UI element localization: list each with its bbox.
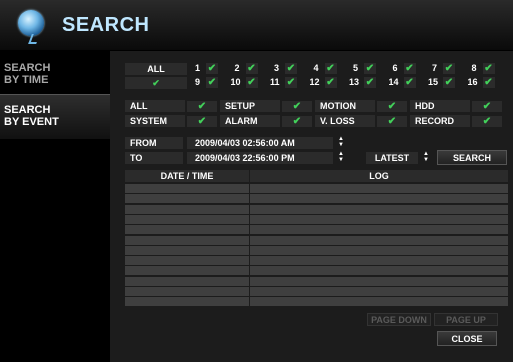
table-row[interactable]: [125, 204, 508, 214]
page-title: SEARCH: [62, 14, 150, 36]
event-label: MOTION: [315, 100, 375, 112]
event-checkbox[interactable]: ✔: [187, 101, 217, 112]
event-checkbox[interactable]: ✔: [377, 116, 407, 127]
table-row[interactable]: [125, 256, 508, 266]
from-label: FROM: [125, 137, 183, 149]
column-divider: [249, 225, 250, 235]
channel-checkbox[interactable]: ✔: [482, 77, 495, 88]
channel-all-label: ALL: [125, 63, 187, 75]
table-row[interactable]: [125, 225, 508, 235]
to-spinner-icon[interactable]: ▲ ▼: [335, 151, 347, 165]
page-down-button[interactable]: PAGE DOWN: [367, 313, 431, 326]
sidebar-item-search-by-time[interactable]: SEARCH BY TIME: [4, 62, 110, 86]
channel-number: 10: [230, 77, 241, 87]
event-checkbox[interactable]: ✔: [187, 116, 217, 127]
sidebar-item-label-line2: BY EVENT: [4, 116, 59, 128]
event-checkbox[interactable]: ✔: [472, 116, 502, 127]
column-header-datetime: DATE / TIME: [125, 170, 249, 182]
channel-number: 1: [195, 63, 201, 73]
table-row[interactable]: [125, 276, 508, 286]
channel-number: 13: [349, 77, 360, 87]
channel-number: 9: [195, 77, 201, 87]
channel-checkbox[interactable]: ✔: [245, 63, 258, 74]
channel-checkbox[interactable]: ✔: [403, 77, 416, 88]
channel-number: 6: [392, 63, 398, 73]
channel-checkbox[interactable]: ✔: [443, 77, 455, 88]
table-row[interactable]: [125, 184, 508, 193]
event-label: HDD: [410, 100, 470, 112]
from-spinner-icon[interactable]: ▲ ▼: [335, 136, 347, 150]
channel-checkbox[interactable]: ✔: [285, 77, 297, 88]
column-divider: [249, 184, 250, 193]
latest-spinner-icon[interactable]: ▲ ▼: [420, 151, 432, 165]
camera-lens-icon: [18, 10, 44, 36]
to-datetime-field[interactable]: 2009/04/03 22:56:00 PM: [187, 152, 333, 164]
channel-checkbox[interactable]: ✔: [245, 77, 258, 88]
channel-number: 4: [313, 63, 319, 73]
page-up-button[interactable]: PAGE UP: [434, 313, 498, 326]
channel-checkbox[interactable]: ✔: [206, 77, 218, 88]
event-label: V. LOSS: [315, 115, 375, 127]
channel-checkbox[interactable]: ✔: [206, 63, 218, 74]
column-divider: [249, 245, 250, 255]
event-checkbox[interactable]: ✔: [472, 101, 502, 112]
event-checkbox[interactable]: ✔: [377, 101, 407, 112]
channel-number: 5: [353, 63, 359, 73]
event-label: SYSTEM: [125, 115, 185, 127]
channel-checkbox[interactable]: ✔: [285, 63, 297, 74]
event-label: SETUP: [220, 100, 280, 112]
channel-number: 2: [234, 63, 240, 73]
sidebar-item-label-line1: SEARCH: [4, 104, 51, 116]
event-checkbox[interactable]: ✔: [282, 116, 312, 127]
table-row[interactable]: [125, 194, 508, 204]
to-label: TO: [125, 152, 183, 164]
channel-number: 15: [428, 77, 439, 87]
table-row[interactable]: [125, 266, 508, 276]
channel-checkbox[interactable]: ✔: [443, 63, 455, 74]
channel-number: 12: [309, 77, 320, 87]
channel-number: 14: [388, 77, 399, 87]
channel-checkbox[interactable]: ✔: [482, 63, 495, 74]
table-row[interactable]: [125, 297, 508, 307]
channel-number: 7: [432, 63, 438, 73]
column-divider: [249, 194, 250, 204]
event-label: RECORD: [410, 115, 470, 127]
sidebar-item-search-by-event[interactable]: SEARCH BY EVENT: [4, 104, 110, 128]
event-label: ALL: [125, 100, 185, 112]
channel-number: 11: [270, 77, 280, 87]
column-header-log: LOG: [250, 170, 508, 182]
latest-select[interactable]: LATEST: [366, 152, 418, 164]
column-divider: [249, 297, 250, 307]
table-row[interactable]: [125, 214, 508, 224]
channel-all-checkbox[interactable]: ✔: [125, 77, 187, 89]
column-divider: [249, 287, 250, 296]
column-divider: [249, 276, 250, 286]
column-divider: [249, 256, 250, 266]
table-row[interactable]: [125, 235, 508, 245]
from-datetime-field[interactable]: 2009/04/03 02:56:00 AM: [187, 137, 333, 149]
sidebar-item-label-line2: BY TIME: [4, 74, 49, 86]
channel-checkbox[interactable]: ✔: [364, 63, 376, 74]
channel-number: 3: [274, 63, 280, 73]
column-divider: [249, 266, 250, 276]
channel-number: 8: [471, 63, 477, 73]
event-checkbox[interactable]: ✔: [282, 101, 312, 112]
column-divider: [249, 204, 250, 214]
close-button[interactable]: CLOSE: [437, 331, 497, 346]
sidebar-item-label-line1: SEARCH: [4, 62, 51, 74]
event-label: ALARM: [220, 115, 280, 127]
channel-checkbox[interactable]: ✔: [364, 77, 376, 88]
channel-checkbox[interactable]: ✔: [324, 77, 337, 88]
search-button[interactable]: SEARCH: [437, 150, 507, 165]
channel-number: 16: [467, 77, 478, 87]
channel-checkbox[interactable]: ✔: [324, 63, 337, 74]
channel-checkbox[interactable]: ✔: [403, 63, 416, 74]
column-divider: [249, 235, 250, 245]
column-divider: [249, 214, 250, 224]
table-row[interactable]: [125, 287, 508, 296]
table-row[interactable]: [125, 245, 508, 255]
